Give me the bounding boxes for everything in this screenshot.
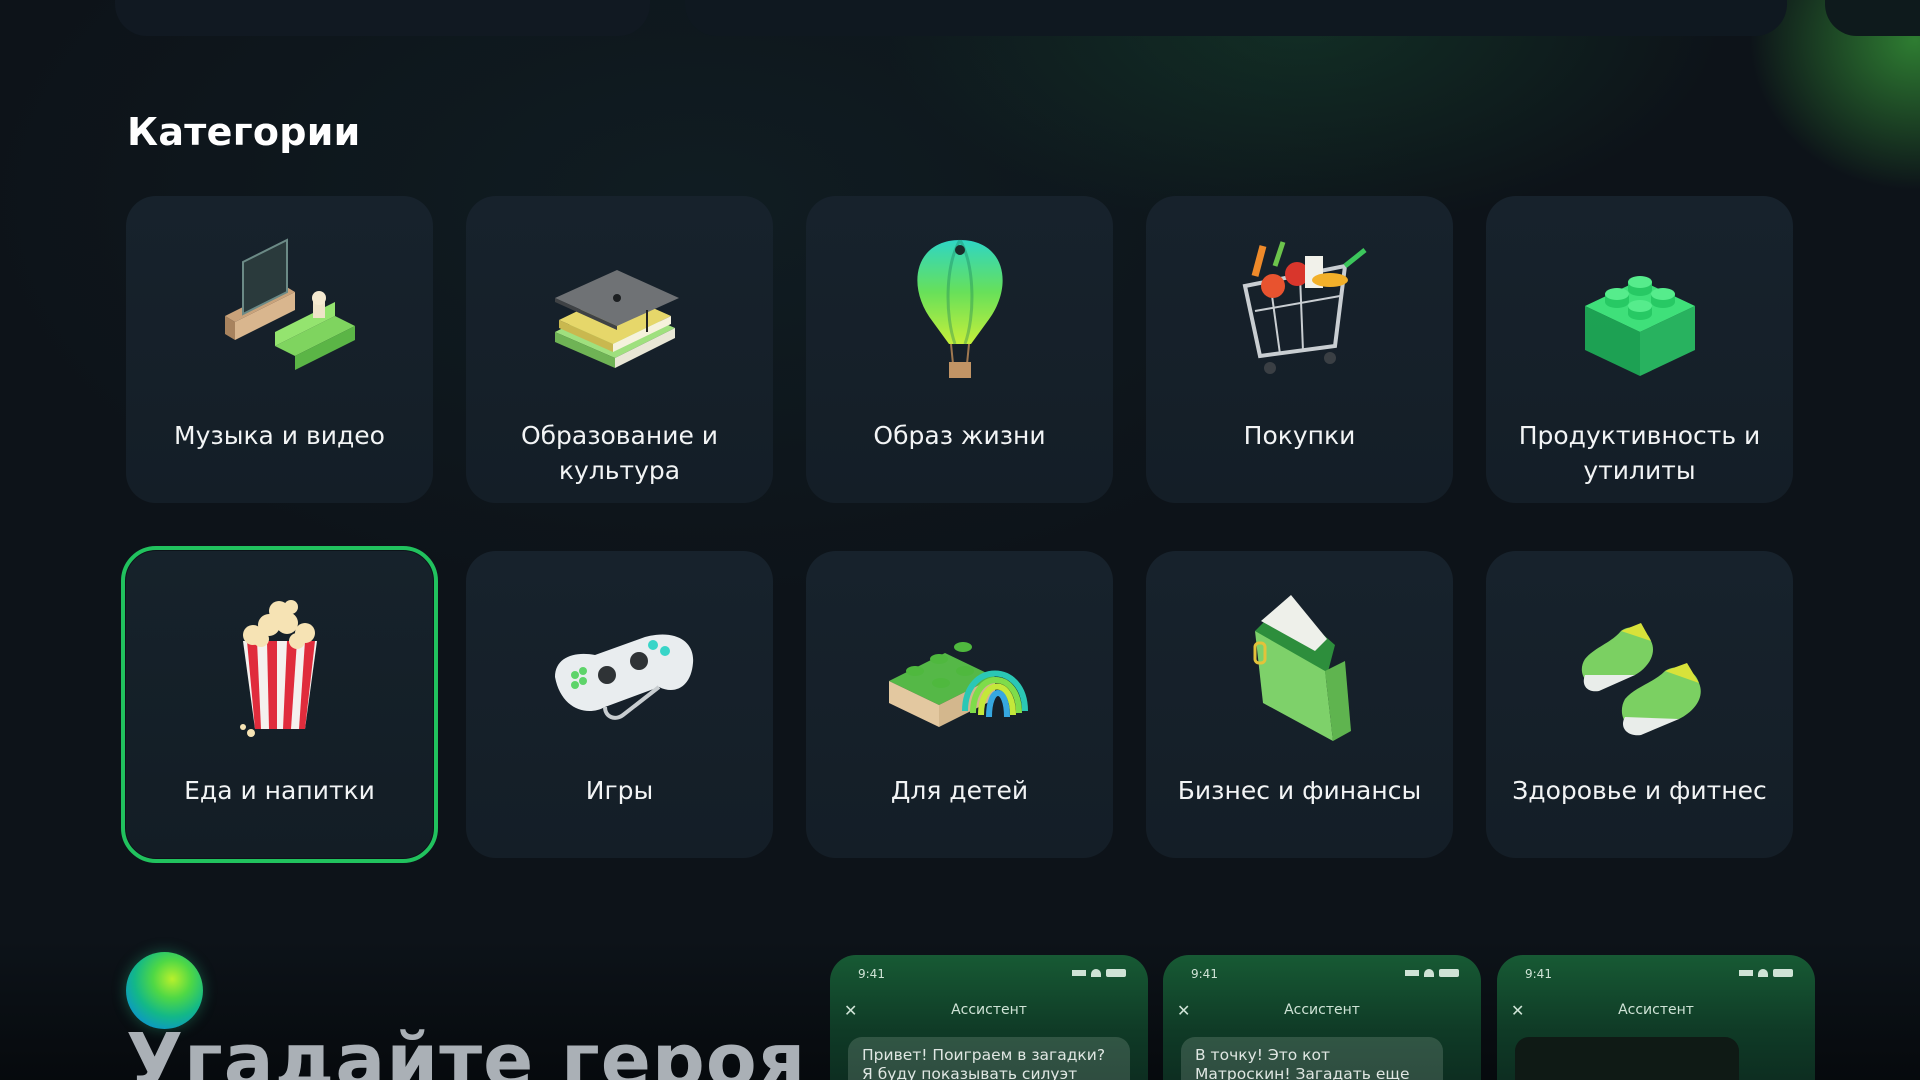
category-tile-productivity[interactable]: Продуктивность и утилиты xyxy=(1486,196,1793,503)
section-title: Категории xyxy=(127,110,361,154)
category-tile-games[interactable]: Игры xyxy=(466,551,773,858)
phone-mockup: 9:41 ✕ Ассистент В точку! Это кот Матрос… xyxy=(1163,955,1481,1080)
category-tile-lifestyle[interactable]: Образ жизни xyxy=(806,196,1113,503)
phone-header-title: Ассистент xyxy=(951,1002,1027,1018)
category-label: Музыка и видео xyxy=(174,421,385,450)
categories-grid: Музыка и видео Образование и культура Об… xyxy=(121,196,1793,863)
phone-header-title: Ассистент xyxy=(1284,1002,1360,1018)
category-tile-health[interactable]: Здоровье и фитнес xyxy=(1486,551,1793,858)
category-label: Бизнес и финансы xyxy=(1177,776,1422,805)
category-label: Образование и культура xyxy=(520,421,719,485)
top-banner-card[interactable] xyxy=(1825,0,1920,36)
category-tile-business[interactable]: Бизнес и финансы xyxy=(1146,551,1453,858)
category-label: Покупки xyxy=(1243,421,1356,450)
shopping-cart-icon xyxy=(1215,226,1385,396)
phone-mockup: 9:41 ✕ Ассистент xyxy=(1497,955,1815,1080)
category-tile-kids[interactable]: Для детей xyxy=(806,551,1113,858)
sneakers-icon xyxy=(1555,581,1725,751)
category-tile-music-video[interactable]: Музыка и видео xyxy=(126,196,433,503)
promo-title: Угадайте героя xyxy=(126,1018,807,1080)
status-time: 9:41 xyxy=(1191,967,1218,981)
top-banner-card[interactable] xyxy=(115,0,650,36)
top-banner-card[interactable] xyxy=(685,0,1787,36)
building-brick-icon xyxy=(1555,226,1725,396)
category-label: Образ жизни xyxy=(873,421,1046,450)
status-icons xyxy=(1405,969,1459,977)
phone-mockup: 9:41 ✕ Ассистент Привет! Поиграем в зага… xyxy=(830,955,1148,1080)
chat-bubble: Привет! Поиграем в загадки? Я буду показ… xyxy=(848,1037,1130,1080)
category-tile-food-drinks[interactable]: Еда и напитки xyxy=(121,546,438,863)
category-tile-education[interactable]: Образование и культура xyxy=(466,196,773,503)
tv-sofa-icon xyxy=(195,226,365,396)
gamepad-icon xyxy=(535,581,705,751)
toy-brick-slinky-icon xyxy=(875,581,1045,751)
status-time: 9:41 xyxy=(858,967,885,981)
chat-bubble: В точку! Это кот Матроскин! Загадать еще… xyxy=(1181,1037,1443,1080)
category-label: Продуктивность и утилиты xyxy=(1518,421,1761,485)
status-icons xyxy=(1072,969,1126,977)
books-graduation-cap-icon xyxy=(535,226,705,396)
status-time: 9:41 xyxy=(1525,967,1552,981)
category-label: Еда и напитки xyxy=(184,776,375,805)
hot-air-balloon-icon xyxy=(875,226,1045,396)
wallet-icon xyxy=(1215,581,1385,751)
phone-header-title: Ассистент xyxy=(1618,1002,1694,1018)
category-label: Здоровье и фитнес xyxy=(1512,776,1767,805)
silhouette-image xyxy=(1515,1037,1739,1080)
category-label: Для детей xyxy=(890,776,1029,805)
category-tile-shopping[interactable]: Покупки xyxy=(1146,196,1453,503)
category-label: Игры xyxy=(585,776,654,805)
popcorn-icon xyxy=(195,581,365,751)
status-icons xyxy=(1739,969,1793,977)
